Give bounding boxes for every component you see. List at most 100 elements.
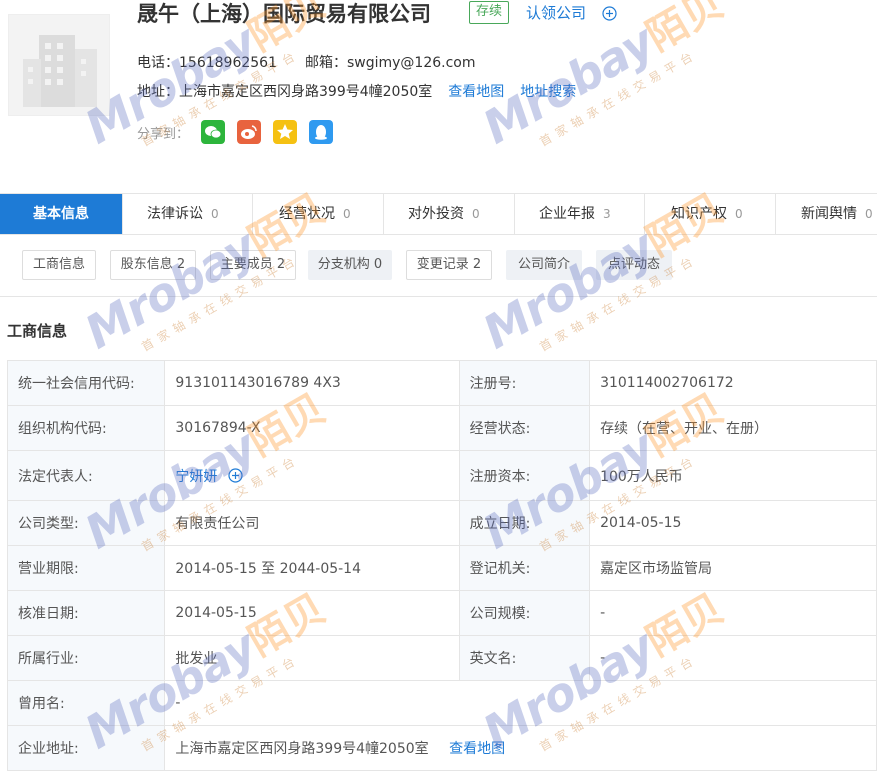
former-name-label: 曾用名: [6, 680, 166, 726]
company-logo [8, 14, 110, 116]
industry-value: 批发业 [164, 635, 460, 681]
contact-row: 电话：15618962561 邮箱：swgimy@126.com [137, 52, 476, 72]
email-label: 邮箱： [304, 55, 347, 71]
term-value: 2014-05-15 至 2044-05-14 [164, 545, 460, 591]
industry-label: 所属行业: [6, 635, 166, 681]
plus-circle-icon[interactable] [602, 6, 617, 21]
weibo-icon[interactable] [237, 120, 262, 144]
tab-label: 法律诉讼 [147, 206, 203, 222]
table-row: 企业地址: 上海市嘉定区西冈身路399号4幢2050室 查看地图 [6, 725, 877, 771]
term-label: 营业期限: [6, 545, 166, 591]
reg-capital-value: 100万人民币 [589, 450, 877, 501]
company-header: 晟午（上海）国际贸易有限公司 存续 认领公司 电话：15618962561 邮箱：… [0, 0, 877, 180]
reg-capital-label: 注册资本: [458, 450, 591, 501]
biz-status-value: 存续（在营、开业、在册） [589, 405, 877, 451]
credit-code-value: 913101143016789 4X3 [164, 360, 460, 406]
share-label: 分享到： [137, 126, 190, 142]
watermark-slogan: 首家轴承在线交易平台 [537, 252, 701, 355]
qzone-icon[interactable] [273, 120, 298, 144]
approved-value: 2014-05-15 [164, 590, 460, 636]
address-row: 地址：上海市嘉定区西冈身路399号4幢2050室 查看地图 地址搜索 [137, 81, 576, 101]
founded-label: 成立日期: [458, 500, 591, 546]
org-code-label: 组织机构代码: [6, 405, 166, 451]
reg-no-value: 310114002706172 [589, 360, 877, 406]
tab-label: 新闻舆情 [801, 206, 857, 222]
tab-count: 3 [603, 207, 611, 221]
tab-count: 0 [735, 207, 743, 221]
wechat-icon[interactable] [201, 120, 226, 144]
approved-label: 核准日期: [6, 590, 166, 636]
address-search-link[interactable]: 地址搜索 [520, 84, 576, 100]
tab-label: 基本信息 [33, 206, 89, 222]
divider [0, 296, 877, 297]
qq-icon[interactable] [309, 120, 334, 144]
section-title: 工商信息 [7, 322, 68, 340]
address-label: 地址： [137, 84, 179, 100]
main-tabs: 基本信息 法律诉讼 0 经营状况 0 对外投资 0 企业年报 3 知识产权 0 新闻舆情 0 [0, 193, 877, 235]
tab-legal[interactable]: 法律诉讼 0 [123, 194, 253, 234]
reg-no-label: 注册号: [458, 360, 591, 406]
tab-label: 经营状况 [279, 206, 335, 222]
tab-basic-info[interactable]: 基本信息 [0, 194, 123, 234]
address-value: 上海市嘉定区西冈身路399号4幢2050室 [179, 84, 433, 100]
tab-news[interactable]: 新闻舆情 0 [776, 194, 877, 234]
subtab-change-records[interactable]: 变更记录 2 [406, 250, 492, 280]
tab-count: 0 [343, 207, 351, 221]
credit-code-label: 统一社会信用代码: [6, 360, 166, 406]
subtab-business-info[interactable]: 工商信息 [22, 250, 96, 280]
legal-rep-cell: 宁妍妍 [164, 450, 460, 501]
legal-rep-label: 法定代表人: [6, 450, 166, 501]
tab-count: 0 [211, 207, 219, 221]
subtab-branches[interactable]: 分支机构 0 [308, 250, 392, 280]
company-address-label: 企业地址: [6, 725, 166, 771]
table-row: 法定代表人: 宁妍妍 注册资本: 100万人民币 [6, 450, 877, 501]
org-code-value: 30167894-X [164, 405, 460, 451]
tab-operations[interactable]: 经营状况 0 [253, 194, 384, 234]
table-row: 核准日期: 2014-05-15 公司规模: - [6, 590, 877, 636]
subtab-company-intro[interactable]: 公司简介 [506, 250, 582, 280]
scale-value: - [589, 590, 877, 636]
scale-label: 公司规模: [458, 590, 591, 636]
english-name-value: - [589, 635, 877, 681]
authority-label: 登记机关: [458, 545, 591, 591]
table-row: 所属行业: 批发业 英文名: - [6, 635, 877, 681]
business-info-table: 统一社会信用代码: 913101143016789 4X3 注册号: 31011… [6, 360, 877, 771]
watermark-brand: Mrobay [76, 219, 265, 360]
email-value: swgimy@126.com [346, 55, 476, 71]
subtab-shareholders[interactable]: 股东信息 2 [110, 250, 196, 280]
tab-label: 企业年报 [539, 206, 595, 222]
tab-label: 知识产权 [671, 206, 727, 222]
tab-annual-reports[interactable]: 企业年报 3 [515, 194, 645, 234]
tab-investments[interactable]: 对外投资 0 [384, 194, 515, 234]
company-address-cell: 上海市嘉定区西冈身路399号4幢2050室 查看地图 [164, 725, 877, 771]
founded-value: 2014-05-15 [589, 500, 877, 546]
former-name-value: - [164, 680, 877, 726]
phone-value: 15618962561 [179, 55, 277, 71]
company-name: 晟午（上海）国际贸易有限公司 [137, 2, 431, 26]
subtab-reviews[interactable]: 点评动态 [596, 250, 672, 280]
status-badge: 存续 [469, 1, 510, 24]
watermark-slogan: 首家轴承在线交易平台 [139, 252, 303, 355]
legal-rep-link[interactable]: 宁妍妍 [175, 469, 217, 485]
tab-ip[interactable]: 知识产权 0 [645, 194, 776, 234]
english-name-label: 英文名: [458, 635, 591, 681]
table-row: 统一社会信用代码: 913101143016789 4X3 注册号: 31011… [6, 360, 877, 406]
phone-label: 电话： [137, 55, 179, 71]
subtab-key-members[interactable]: 主要成员 2 [210, 250, 296, 280]
view-map-link[interactable]: 查看地图 [448, 84, 504, 100]
company-type-label: 公司类型: [6, 500, 166, 546]
company-address-value: 上海市嘉定区西冈身路399号4幢2050室 [175, 741, 429, 757]
table-row: 营业期限: 2014-05-15 至 2044-05-14 登记机关: 嘉定区市… [6, 545, 877, 591]
tab-count: 0 [472, 207, 480, 221]
table-row: 组织机构代码: 30167894-X 经营状态: 存续（在营、开业、在册） [6, 405, 877, 451]
plus-circle-icon[interactable] [228, 467, 243, 483]
watermark-brand: Mrobay [474, 219, 663, 360]
table-row: 公司类型: 有限责任公司 成立日期: 2014-05-15 [6, 500, 877, 546]
biz-status-label: 经营状态: [458, 405, 591, 451]
tab-label: 对外投资 [408, 206, 464, 222]
company-address-map-link[interactable]: 查看地图 [449, 741, 505, 757]
table-row: 曾用名: - [6, 680, 877, 726]
claim-company-link[interactable]: 认领公司 [526, 2, 586, 23]
share-row: 分享到： [137, 120, 334, 144]
company-type-value: 有限责任公司 [164, 500, 460, 546]
